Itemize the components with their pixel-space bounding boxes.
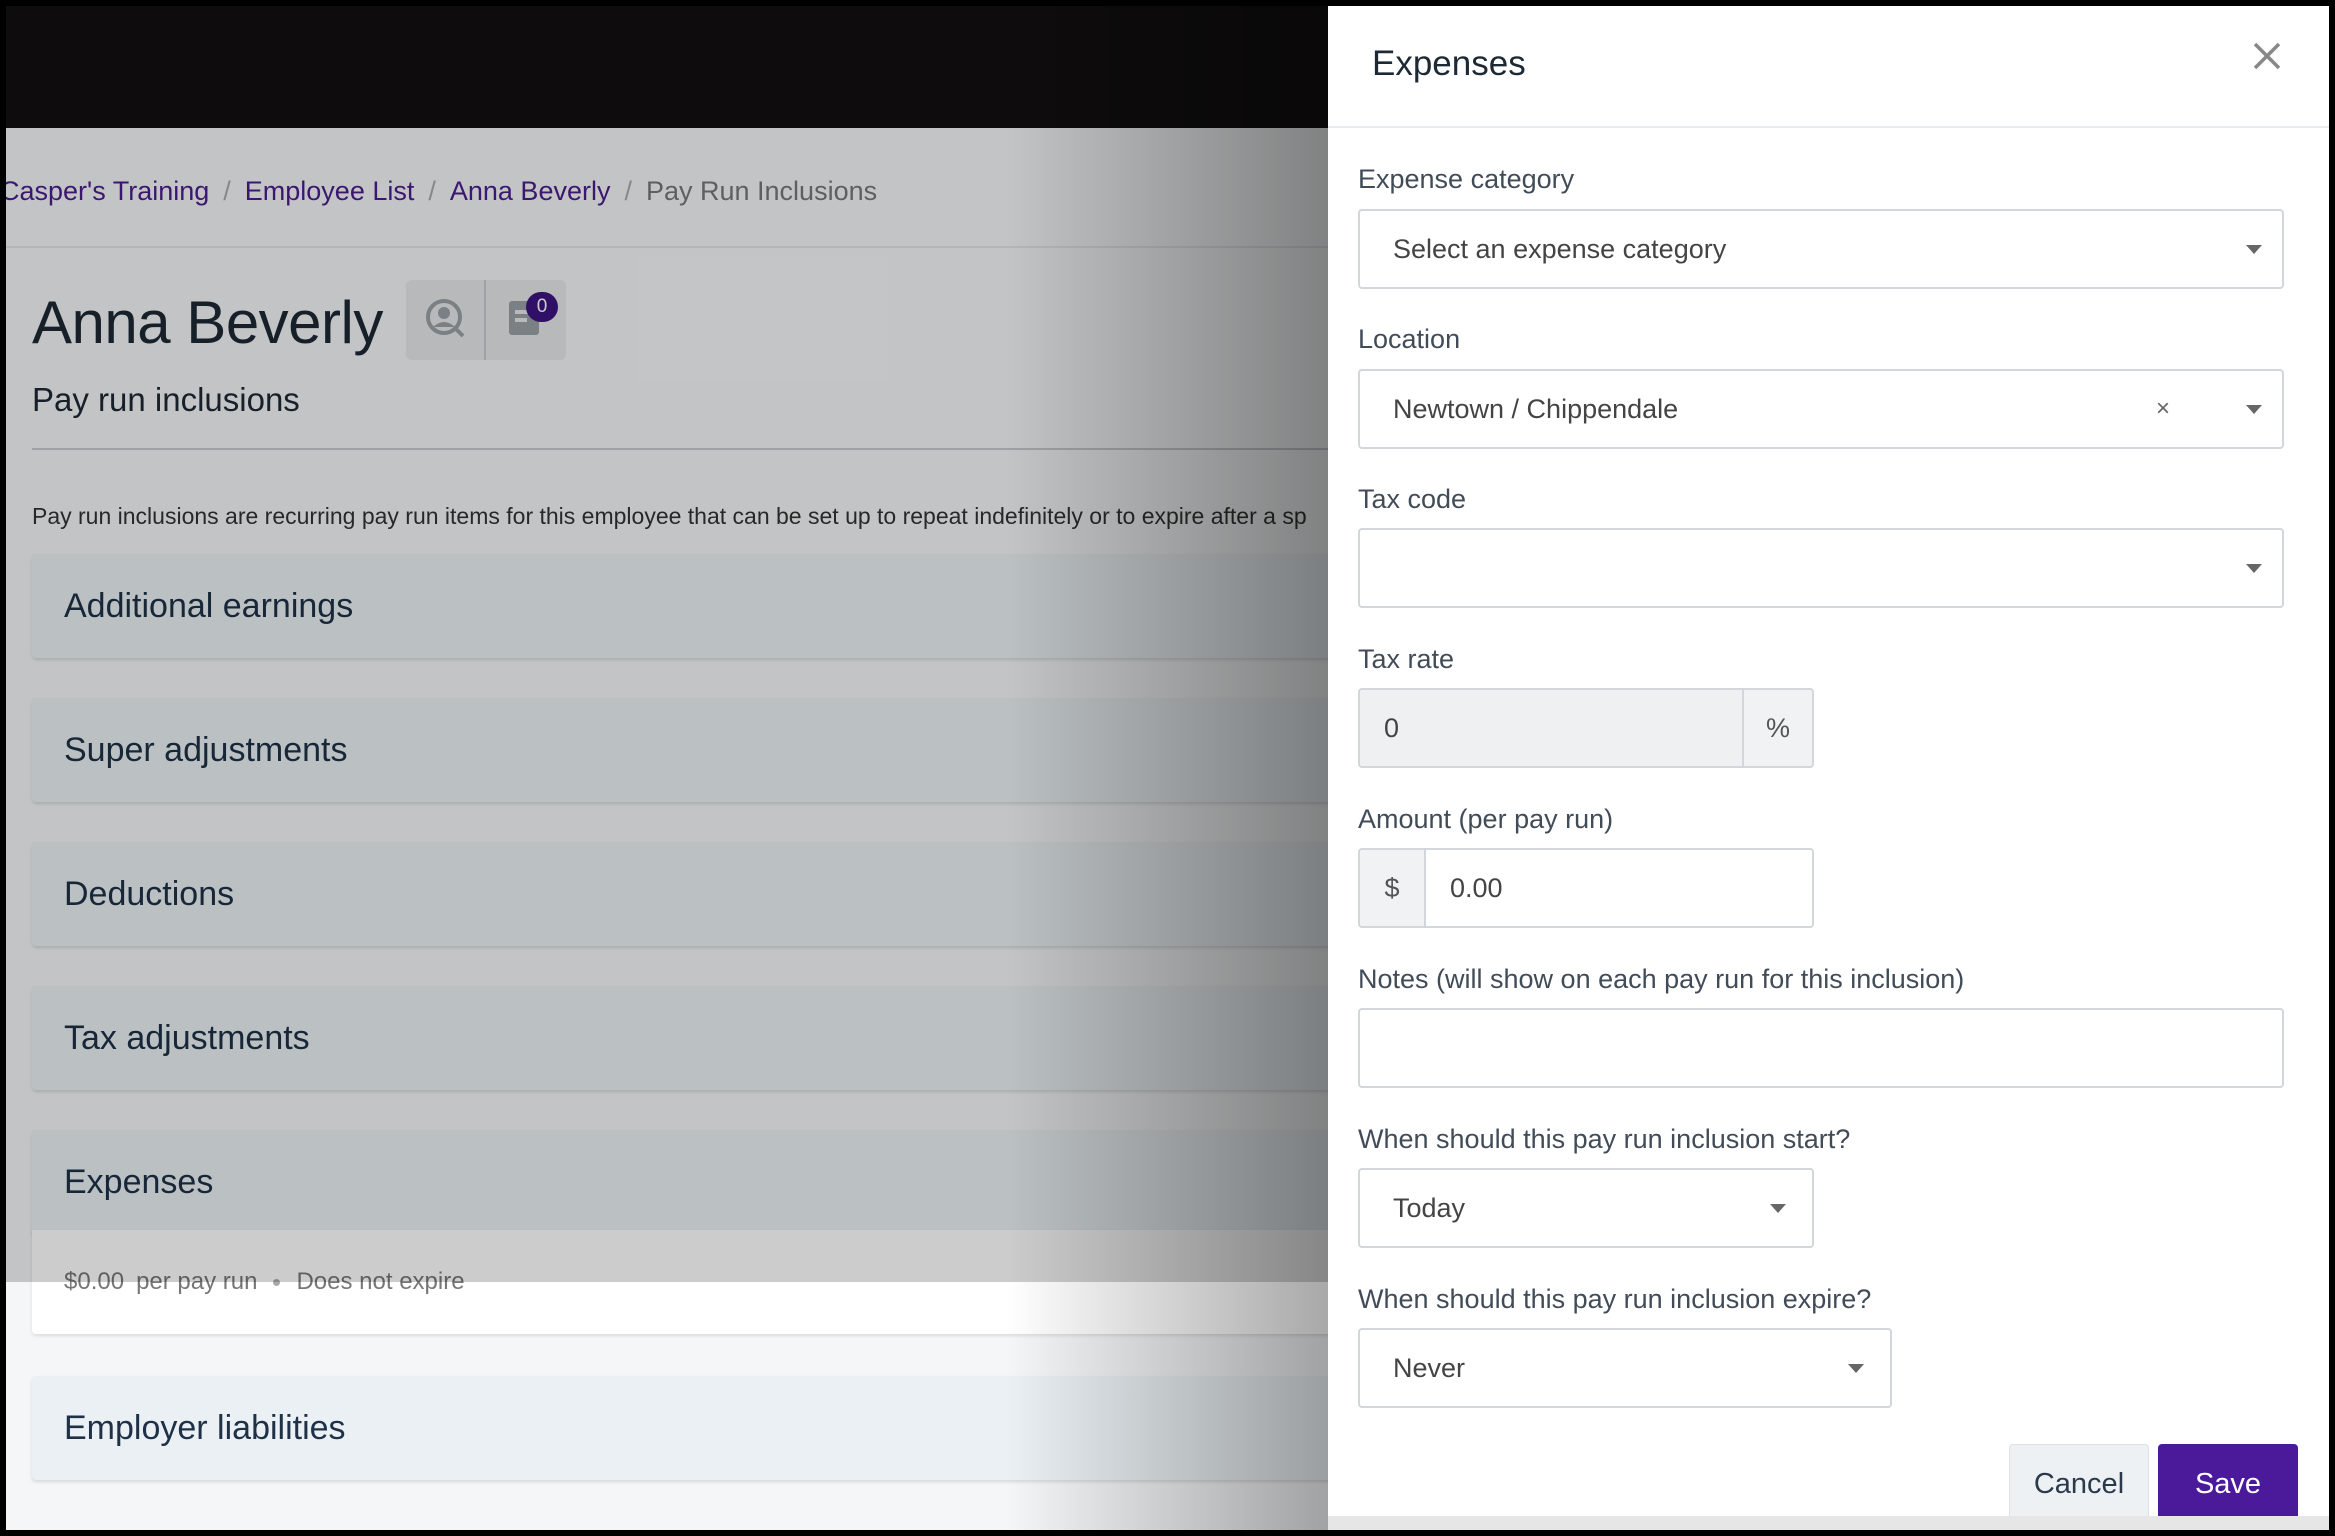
expense-category-placeholder: Select an expense category: [1393, 233, 1727, 264]
amount-input[interactable]: 0.00: [1426, 848, 1814, 928]
amount-group: $ 0.00: [1358, 848, 1814, 928]
panel-scrollbar[interactable]: [1328, 1516, 2329, 1530]
tax-rate-group: 0 %: [1358, 688, 1814, 768]
clear-icon[interactable]: ×: [2156, 371, 2170, 447]
tax-rate-label: Tax rate: [1358, 644, 1455, 674]
location-select[interactable]: Newtown / Chippendale ×: [1358, 369, 2284, 449]
expense-category-label: Expense category: [1358, 164, 1575, 194]
cancel-button[interactable]: Cancel: [2009, 1444, 2149, 1524]
tax-code-select[interactable]: [1358, 528, 2284, 608]
dollar-addon: $: [1358, 848, 1426, 928]
location-value: Newtown / Chippendale: [1393, 393, 1679, 424]
notes-input[interactable]: [1358, 1008, 2284, 1088]
chevron-down-icon: [1848, 1364, 1864, 1373]
section-title: Employer liabilities: [64, 1408, 346, 1447]
close-icon: [2252, 41, 2282, 76]
tax-rate-input[interactable]: 0: [1358, 688, 1744, 768]
notes-label: Notes (will show on each pay run for thi…: [1358, 964, 1965, 994]
chevron-down-icon: [2246, 245, 2262, 254]
close-button[interactable]: [2245, 36, 2289, 80]
start-select[interactable]: Today: [1358, 1168, 1814, 1248]
panel-title: Expenses: [1372, 44, 1526, 83]
percent-addon: %: [1744, 688, 1814, 768]
chevron-down-icon: [1770, 1204, 1786, 1213]
panel-header: Expenses: [1328, 6, 2329, 128]
expire-label: When should this pay run inclusion expir…: [1358, 1284, 1872, 1314]
expire-value: Never: [1393, 1352, 1466, 1383]
expire-select[interactable]: Never: [1358, 1328, 1892, 1408]
start-label: When should this pay run inclusion start…: [1358, 1124, 1851, 1154]
chevron-down-icon: [2246, 405, 2262, 414]
amount-label: Amount (per pay run): [1358, 804, 1614, 834]
start-value: Today: [1393, 1192, 1466, 1223]
location-label: Location: [1358, 324, 1461, 354]
chevron-down-icon: [2246, 564, 2262, 573]
tax-code-label: Tax code: [1358, 484, 1467, 514]
expense-category-select[interactable]: Select an expense category: [1358, 209, 2284, 289]
expenses-side-panel: Expenses Expense category Select an expe…: [1328, 6, 2329, 1524]
save-button[interactable]: Save: [2158, 1444, 2298, 1524]
panel-shadow: [1006, 6, 1336, 1530]
